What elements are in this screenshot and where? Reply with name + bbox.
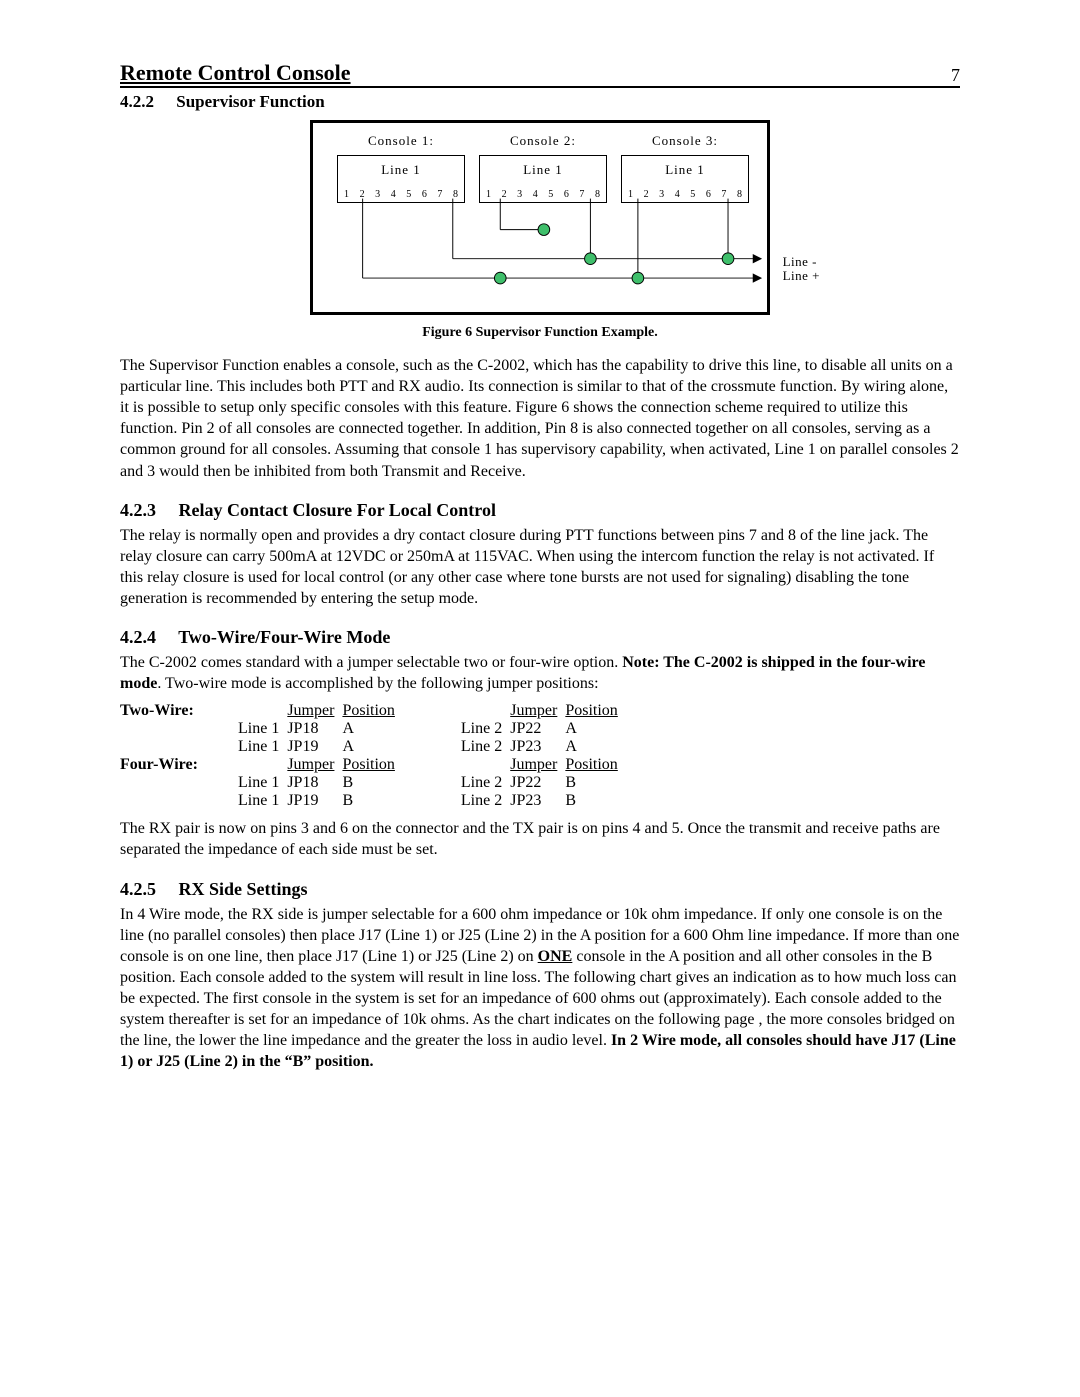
para-425: In 4 Wire mode, the RX side is jumper se… xyxy=(120,904,960,1073)
console-3-line: Line 1 xyxy=(622,156,748,178)
jumper-header: Jumper xyxy=(510,702,565,720)
one-emphasis: ONE xyxy=(538,948,573,965)
section-422-heading: 4.2.2 Supervisor Function xyxy=(120,92,960,112)
jumper-header: Jumper xyxy=(287,756,342,774)
section-title: Supervisor Function xyxy=(176,92,324,111)
position-header: Position xyxy=(565,702,625,720)
position-header: Position xyxy=(342,702,402,720)
para-422: The Supervisor Function enables a consol… xyxy=(120,355,960,482)
console-3-pins: 1 2 3 4 5 6 7 8 xyxy=(622,189,748,200)
section-424-heading: 4.2.4 Two-Wire/Four-Wire Mode xyxy=(120,627,960,648)
console-1-linebox: Line 1 1 2 3 4 5 6 7 8 xyxy=(337,155,465,203)
para-423: The relay is normally open and provides … xyxy=(120,525,960,609)
console-2-linebox: Line 1 1 2 3 4 5 6 7 8 xyxy=(479,155,607,203)
figure-6-caption: Figure 6 Supervisor Function Example. xyxy=(120,325,960,341)
console-2-pins: 1 2 3 4 5 6 7 8 xyxy=(480,189,606,200)
section-number: 4.2.3 xyxy=(120,500,156,520)
console-2-line: Line 1 xyxy=(480,156,606,178)
line-plus-label: Line + xyxy=(783,269,820,283)
section-423-heading: 4.2.3 Relay Contact Closure For Local Co… xyxy=(120,500,960,521)
jumper-settings-table: Two-Wire: Jumper Position Jumper Positio… xyxy=(120,702,960,810)
two-wire-label: Two-Wire: xyxy=(120,702,238,720)
section-number: 4.2.2 xyxy=(120,92,154,111)
jumper-header: Jumper xyxy=(287,702,342,720)
jumper-header: Jumper xyxy=(510,756,565,774)
section-title: Relay Contact Closure For Local Control xyxy=(179,500,496,520)
section-425-heading: 4.2.5 RX Side Settings xyxy=(120,879,960,900)
console-2-title: Console 2: xyxy=(479,133,607,149)
page-number: 7 xyxy=(951,65,960,86)
position-header: Position xyxy=(342,756,402,774)
console-1-pins: 1 2 3 4 5 6 7 8 xyxy=(338,189,464,200)
console-1-block: Console 1: Line 1 1 2 3 4 5 6 7 8 xyxy=(337,133,465,203)
section-title: Two-Wire/Four-Wire Mode xyxy=(178,627,390,647)
page-header: Remote Control Console 7 xyxy=(120,60,960,88)
console-1-title: Console 1: xyxy=(337,133,465,149)
section-number: 4.2.5 xyxy=(120,879,156,899)
position-header: Position xyxy=(565,756,625,774)
supervisor-diagram: Console 1: Line 1 1 2 3 4 5 6 7 8 Consol… xyxy=(310,120,770,315)
console-2-block: Console 2: Line 1 1 2 3 4 5 6 7 8 xyxy=(479,133,607,203)
header-title: Remote Control Console xyxy=(120,60,351,86)
section-number: 4.2.4 xyxy=(120,627,156,647)
console-3-linebox: Line 1 1 2 3 4 5 6 7 8 xyxy=(621,155,749,203)
console-3-title: Console 3: xyxy=(621,133,749,149)
section-title: RX Side Settings xyxy=(179,879,308,899)
external-line-labels: Line - Line + xyxy=(783,255,820,284)
line-minus-label: Line - xyxy=(783,255,820,269)
para-424-lead: The C-2002 comes standard with a jumper … xyxy=(120,652,960,694)
para-424-trail: The RX pair is now on pins 3 and 6 on th… xyxy=(120,818,960,860)
console-1-line: Line 1 xyxy=(338,156,464,178)
four-wire-label: Four-Wire: xyxy=(120,756,238,774)
console-3-block: Console 3: Line 1 1 2 3 4 5 6 7 8 xyxy=(621,133,749,203)
